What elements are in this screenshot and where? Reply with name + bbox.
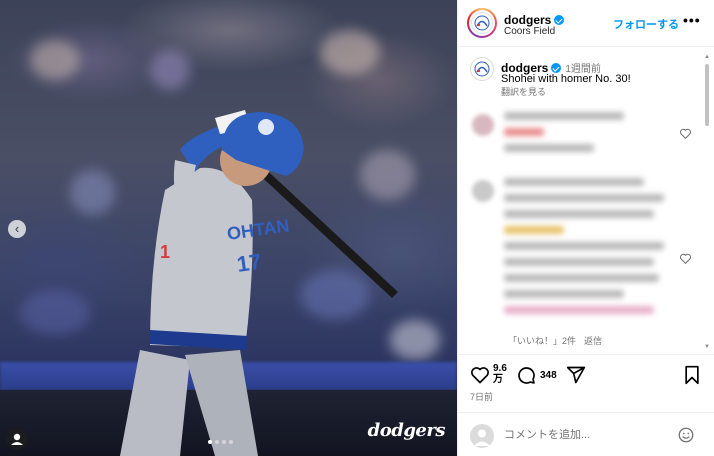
caption-avatar[interactable] bbox=[470, 57, 494, 81]
post-location[interactable]: Coors Field bbox=[504, 26, 555, 37]
like-count[interactable]: 9.6 bbox=[493, 363, 507, 374]
carousel-dot bbox=[208, 440, 212, 444]
carousel-dot bbox=[229, 440, 233, 444]
comment-avatar[interactable] bbox=[472, 180, 494, 202]
post-age: 7日前 bbox=[470, 392, 494, 402]
svg-text:17: 17 bbox=[235, 249, 263, 277]
comment-count[interactable]: 348 bbox=[540, 370, 557, 381]
comment-composer bbox=[458, 412, 714, 456]
like-comment-heart-icon[interactable] bbox=[679, 127, 692, 140]
like-heart-icon[interactable] bbox=[470, 365, 490, 385]
share-send-icon[interactable] bbox=[566, 365, 586, 385]
like-comment-heart-icon[interactable] bbox=[679, 252, 692, 265]
comments-section: dodgers 1週間前 Shohei with homer No. 30! 翻訳… bbox=[458, 48, 714, 353]
comment-item bbox=[504, 112, 634, 160]
dodgers-logo-icon bbox=[471, 12, 493, 34]
carousel-dot bbox=[215, 440, 219, 444]
carousel-dot bbox=[222, 440, 226, 444]
scroll-down-arrow-icon[interactable]: ▼ bbox=[704, 344, 710, 350]
post-side-panel: dodgers Coors Field フォローする ••• dodgers 1週… bbox=[457, 0, 714, 456]
comment-bubble-icon[interactable] bbox=[516, 365, 536, 385]
more-options-icon[interactable]: ••• bbox=[683, 12, 701, 28]
dodgers-watermark: dodgers bbox=[367, 420, 446, 441]
post-media[interactable]: OHTAN 17 1 ‹ dodgers bbox=[0, 0, 457, 456]
comment-item bbox=[504, 178, 674, 322]
comments-scrollbar[interactable]: ▲ ▼ bbox=[704, 52, 710, 352]
scroll-thumb[interactable] bbox=[705, 64, 709, 126]
carousel-prev-button[interactable]: ‹ bbox=[8, 220, 26, 238]
comment-meta: 「いいね！」2件 返信 bbox=[508, 334, 610, 347]
scroll-up-arrow-icon[interactable]: ▲ bbox=[704, 54, 710, 60]
see-translation-link[interactable]: 翻訳を見る bbox=[501, 85, 546, 98]
emoji-icon[interactable] bbox=[677, 426, 695, 444]
player-illustration: OHTAN 17 1 bbox=[120, 110, 398, 456]
post-header: dodgers Coors Field フォローする ••• bbox=[458, 0, 714, 47]
svg-text:1: 1 bbox=[160, 242, 170, 262]
add-comment-input[interactable] bbox=[504, 425, 664, 445]
verified-badge-icon bbox=[551, 63, 562, 73]
carousel-indicator bbox=[208, 440, 233, 444]
user-icon bbox=[11, 433, 23, 445]
author-username[interactable]: dodgers bbox=[504, 13, 551, 27]
comment-likes-count[interactable]: 「いいね！」2件 bbox=[508, 336, 576, 346]
bookmark-save-icon[interactable] bbox=[683, 365, 701, 385]
tagged-users-button[interactable] bbox=[6, 428, 28, 450]
user-icon bbox=[474, 429, 490, 446]
current-user-avatar bbox=[470, 424, 494, 448]
reply-button[interactable]: 返信 bbox=[584, 336, 602, 346]
caption-text: Shohei with homer No. 30! bbox=[501, 73, 631, 85]
comment-avatar[interactable] bbox=[472, 114, 494, 136]
like-count-unit: 万 bbox=[493, 374, 503, 385]
author-avatar[interactable] bbox=[467, 8, 497, 38]
verified-badge-icon bbox=[554, 15, 565, 25]
action-bar: 9.6 万 348 bbox=[458, 354, 714, 400]
dodgers-logo-icon bbox=[474, 61, 490, 77]
follow-button[interactable]: フォローする bbox=[613, 16, 679, 32]
